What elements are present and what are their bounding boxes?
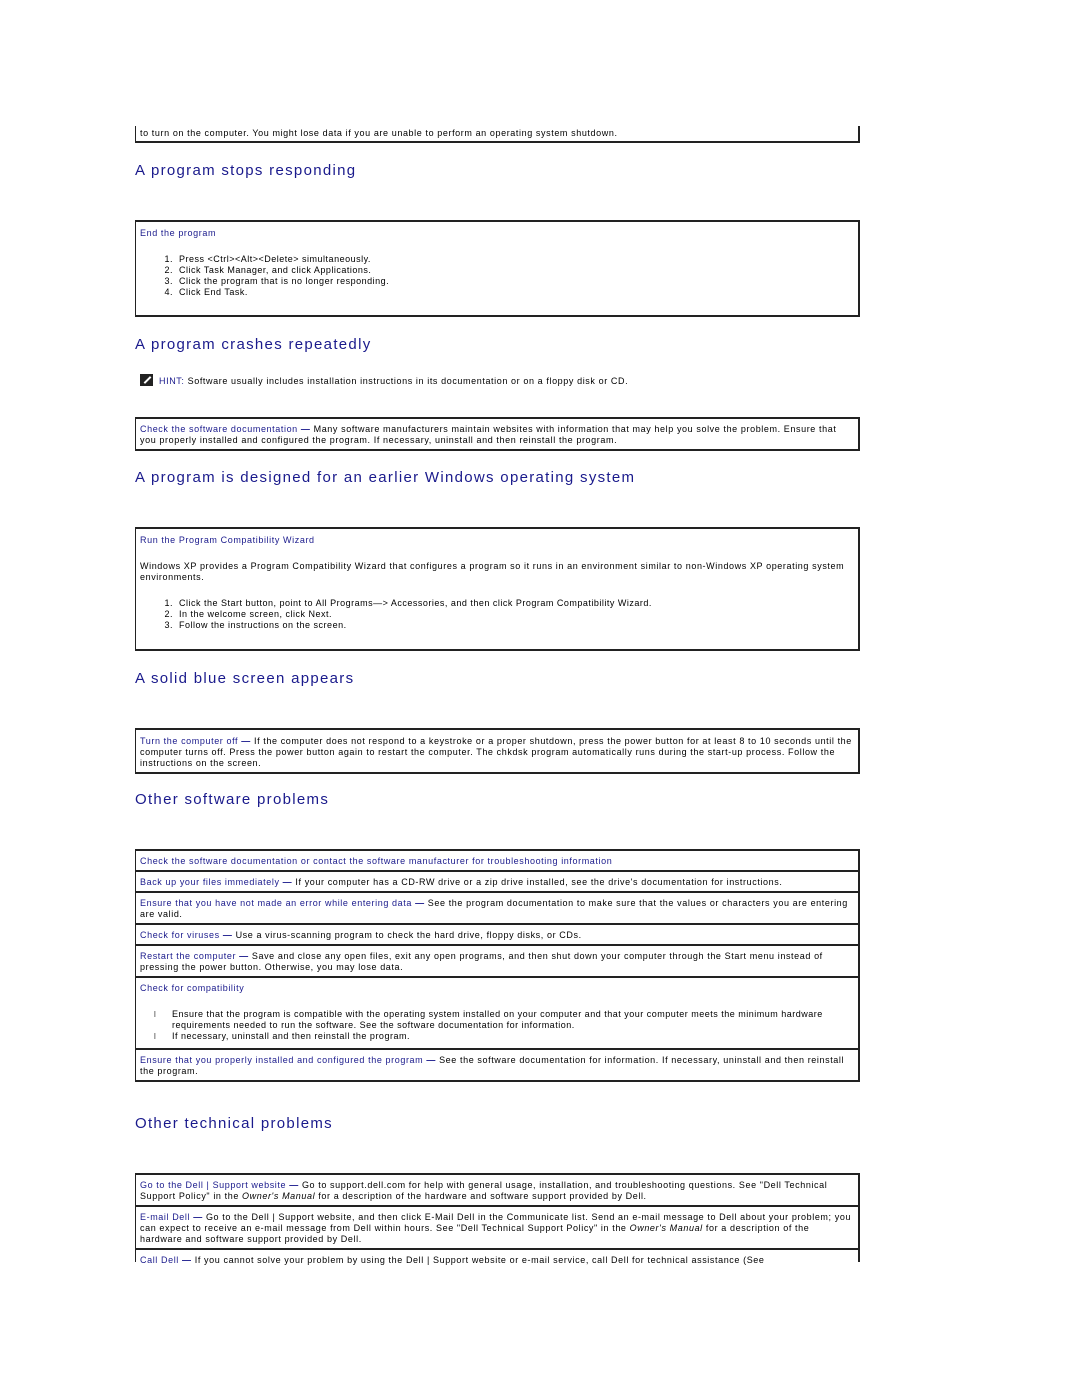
turn-off-box: Turn the computer off — If the computer … bbox=[135, 728, 860, 774]
call-dell-link[interactable]: Call Dell bbox=[140, 1255, 179, 1265]
compat-wizard-intro: Windows XP provides a Program Compatibil… bbox=[140, 561, 845, 582]
step-item: In the welcome screen, click Next. bbox=[176, 609, 854, 620]
em-dash: — bbox=[289, 1180, 299, 1190]
step-item: Click the Start button, point to All Pro… bbox=[176, 598, 854, 609]
row-text: If your computer has a CD-RW drive or a … bbox=[295, 877, 783, 887]
section-title-earlier-windows: A program is designed for an earlier Win… bbox=[135, 469, 636, 486]
compat-wizard-heading[interactable]: Run the Program Compatibility Wizard bbox=[140, 535, 854, 546]
table-row: E-mail Dell — Go to the Dell | Support w… bbox=[136, 1205, 858, 1248]
em-dash: — bbox=[239, 951, 249, 961]
section-title-stops-responding: A program stops responding bbox=[135, 162, 357, 179]
row-link[interactable]: Ensure that you properly installed and c… bbox=[140, 1055, 423, 1065]
compat-row: Check for compatibility Ensure that the … bbox=[136, 976, 858, 1048]
em-dash: — bbox=[222, 930, 233, 940]
row-text: for a description of the hardware and so… bbox=[315, 1191, 647, 1201]
step-item: Press <Ctrl><Alt><Delete> simultaneously… bbox=[176, 254, 854, 265]
table-row: Check for viruses — Use a virus-scanning… bbox=[136, 923, 858, 944]
row-text: If you cannot solve your problem by usin… bbox=[194, 1255, 765, 1265]
step-item: Click Task Manager, and click Applicatio… bbox=[176, 265, 854, 276]
manual-title: Owner's Manual bbox=[242, 1191, 316, 1201]
continued-note-box: to turn on the computer. You might lose … bbox=[135, 126, 860, 143]
em-dash: — bbox=[241, 736, 251, 746]
compat-wizard-box: Run the Program Compatibility Wizard Win… bbox=[135, 527, 860, 651]
row-link[interactable]: Check for viruses bbox=[140, 930, 220, 940]
em-dash: — bbox=[193, 1212, 203, 1222]
hint-label: HINT: bbox=[159, 376, 185, 386]
end-program-heading[interactable]: End the program bbox=[140, 228, 854, 239]
bullet-item: Ensure that the program is compatible wi… bbox=[154, 1009, 854, 1031]
section-title-crashes: A program crashes repeatedly bbox=[135, 336, 372, 353]
section-title-blue-screen: A solid blue screen appears bbox=[135, 670, 355, 687]
compat-bullets: Ensure that the program is compatible wi… bbox=[140, 1009, 854, 1042]
continued-note-text: to turn on the computer. You might lose … bbox=[140, 128, 618, 138]
step-item: Click End Task. bbox=[176, 287, 854, 298]
row-link[interactable]: Ensure that you have not made an error w… bbox=[140, 898, 412, 908]
compat-wizard-steps: Click the Start button, point to All Pro… bbox=[140, 598, 854, 631]
turn-off-link[interactable]: Turn the computer off bbox=[140, 736, 238, 746]
em-dash: — bbox=[300, 424, 311, 434]
end-program-steps: Press <Ctrl><Alt><Delete> simultaneously… bbox=[140, 254, 854, 298]
end-program-box: End the program Press <Ctrl><Alt><Delete… bbox=[135, 220, 860, 317]
other-software-table: Check the software documentation or cont… bbox=[135, 849, 860, 1082]
table-row: Back up your files immediately — If your… bbox=[136, 870, 858, 891]
hint-note: HINT: Software usually includes installa… bbox=[140, 374, 860, 387]
section-title-other-software: Other software problems bbox=[135, 791, 330, 808]
check-docs-link[interactable]: Check the software documentation bbox=[140, 424, 298, 434]
support-website-link[interactable]: Go to the Dell | Support website bbox=[140, 1180, 286, 1190]
em-dash: — bbox=[426, 1055, 436, 1065]
table-row: Ensure that you properly installed and c… bbox=[136, 1048, 858, 1080]
table-row: Ensure that you have not made an error w… bbox=[136, 891, 858, 923]
table-row: Restart the computer — Save and close an… bbox=[136, 944, 858, 976]
em-dash: — bbox=[415, 898, 425, 908]
row-text: Use a virus-scanning program to check th… bbox=[235, 930, 582, 940]
step-item: Follow the instructions on the screen. bbox=[176, 620, 854, 631]
table-row: Go to the Dell | Support website — Go to… bbox=[136, 1175, 858, 1205]
other-technical-table: Go to the Dell | Support website — Go to… bbox=[135, 1173, 860, 1265]
email-dell-link[interactable]: E-mail Dell bbox=[140, 1212, 190, 1222]
hint-text: Software usually includes installation i… bbox=[187, 376, 629, 386]
pencil-icon bbox=[140, 374, 153, 386]
table-row: Check the software documentation or cont… bbox=[136, 851, 858, 870]
compat-heading[interactable]: Check for compatibility bbox=[140, 983, 854, 994]
row-link[interactable]: Restart the computer bbox=[140, 951, 236, 961]
bullet-item: If necessary, uninstall and then reinsta… bbox=[154, 1031, 854, 1042]
check-docs-box: Check the software documentation — Many … bbox=[135, 417, 860, 451]
row-link[interactable]: Back up your files immediately bbox=[140, 877, 280, 887]
table-row: Call Dell — If you cannot solve your pro… bbox=[136, 1248, 858, 1269]
em-dash: — bbox=[182, 1255, 192, 1265]
manual-title: Owner's Manual bbox=[629, 1223, 703, 1233]
row-link[interactable]: Check the software documentation or cont… bbox=[140, 856, 612, 866]
step-item: Click the program that is no longer resp… bbox=[176, 276, 854, 287]
section-title-other-technical: Other technical problems bbox=[135, 1115, 333, 1132]
em-dash: — bbox=[282, 877, 293, 887]
